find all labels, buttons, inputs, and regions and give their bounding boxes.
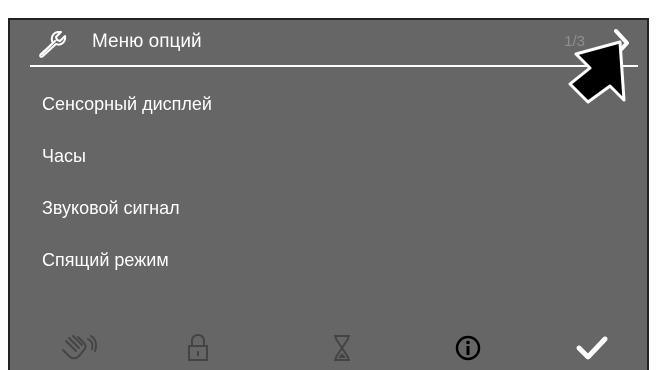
footer-toolbar <box>10 328 647 368</box>
menu-item-sleep-mode[interactable]: Спящий режим <box>42 248 169 272</box>
timer-button[interactable] <box>322 332 362 364</box>
menu-item-clock[interactable]: Часы <box>42 144 86 168</box>
hourglass-icon <box>334 335 350 361</box>
options-screen: Меню опций 1/3 Сенсорный дисплей Часы Зв… <box>8 18 649 370</box>
lock-icon <box>188 333 208 361</box>
wrench-icon <box>39 31 67 58</box>
lock-button[interactable] <box>178 332 218 364</box>
info-icon <box>455 335 481 361</box>
chevron-right-icon <box>614 29 629 57</box>
info-button[interactable] <box>448 332 488 364</box>
menu-item-touch-display[interactable]: Сенсорный дисплей <box>42 92 212 116</box>
header-bar: Меню опций 1/3 <box>10 20 647 67</box>
page-indicator: 1/3 <box>564 33 585 50</box>
page-title: Меню опций <box>92 31 202 52</box>
next-page-button[interactable] <box>607 26 635 60</box>
hand-wave-icon <box>62 335 97 360</box>
hand-wave-button[interactable] <box>60 332 100 364</box>
checkmark-icon <box>576 336 608 360</box>
header-divider <box>30 65 638 67</box>
confirm-button[interactable] <box>572 332 612 364</box>
menu-item-sound-signal[interactable]: Звуковой сигнал <box>42 196 180 220</box>
